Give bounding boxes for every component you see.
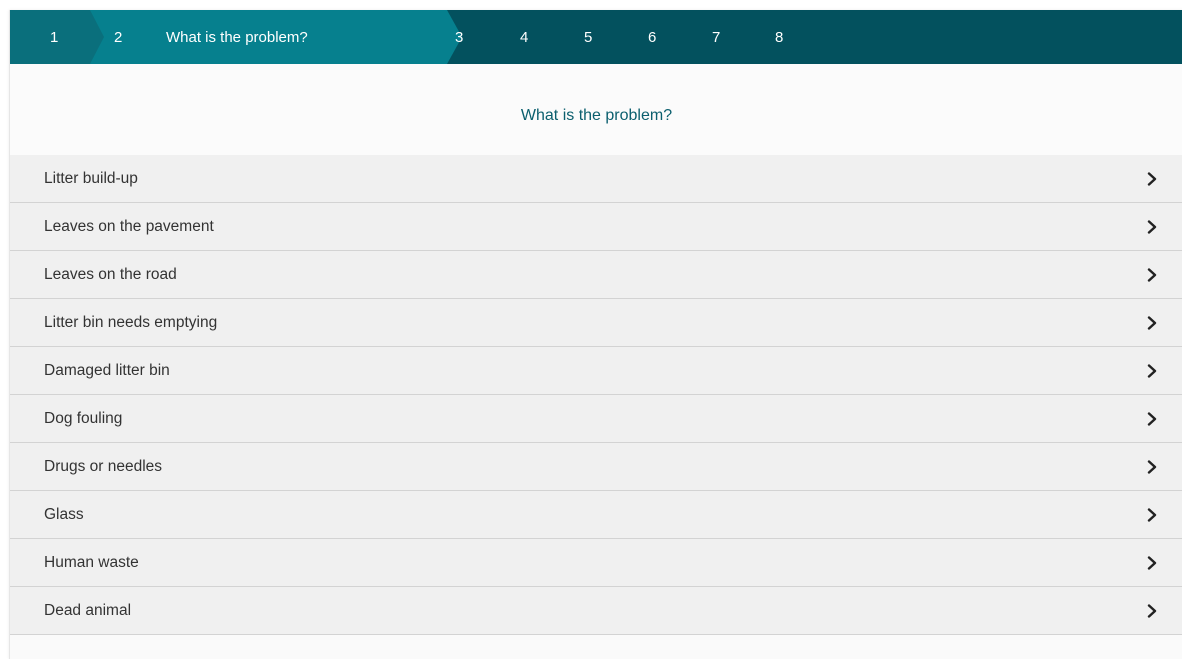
step-3[interactable]: 3 xyxy=(455,10,463,64)
step-1[interactable]: 1 xyxy=(50,10,58,64)
chevron-right-icon xyxy=(1147,459,1159,474)
problem-option[interactable]: Dog fouling xyxy=(10,395,1182,443)
step-number: 7 xyxy=(712,28,721,46)
problem-option-list: Litter build-up Leaves on the pavement L… xyxy=(10,155,1182,635)
problem-option[interactable]: Damaged litter bin xyxy=(10,347,1182,395)
step-2[interactable]: 2 xyxy=(114,10,122,64)
problem-option-label: Leaves on the pavement xyxy=(44,217,214,235)
problem-option-label: Glass xyxy=(44,505,84,523)
step-5[interactable]: 5 xyxy=(584,10,592,64)
problem-option[interactable]: Drugs or needles xyxy=(10,443,1182,491)
page-title: What is the problem? xyxy=(520,106,673,124)
problem-option-label: Leaves on the road xyxy=(44,265,177,283)
active-step-label: What is the problem? xyxy=(166,28,308,46)
problem-option[interactable]: Litter bin needs emptying xyxy=(10,299,1182,347)
problem-option[interactable]: Leaves on the road xyxy=(10,251,1182,299)
problem-option[interactable]: Human waste xyxy=(10,539,1182,587)
problem-option-label: Litter bin needs emptying xyxy=(44,313,218,331)
problem-option[interactable]: Litter build-up xyxy=(10,155,1182,203)
chevron-right-icon xyxy=(1147,363,1159,378)
chevron-right-icon xyxy=(1147,171,1159,186)
problem-option-label: Dog fouling xyxy=(44,409,123,427)
problem-option-label: Dead animal xyxy=(44,601,132,619)
step-7[interactable]: 7 xyxy=(712,10,720,64)
chevron-right-icon xyxy=(1147,555,1159,570)
chevron-right-icon xyxy=(1147,603,1159,618)
step-1-chevron xyxy=(90,10,104,64)
step-number: 4 xyxy=(520,28,529,46)
step-8[interactable]: 8 xyxy=(775,10,783,64)
step-4[interactable]: 4 xyxy=(520,10,528,64)
step-number: 8 xyxy=(775,28,784,46)
chevron-right-icon xyxy=(1147,507,1159,522)
problem-option-label: Damaged litter bin xyxy=(44,361,170,379)
step-number: 5 xyxy=(584,28,593,46)
step-number: 1 xyxy=(50,28,59,46)
problem-option[interactable]: Glass xyxy=(10,491,1182,539)
chevron-right-icon xyxy=(1147,219,1159,234)
progress-stepper: 1 2 What is the problem? 3 4 5 6 7 8 xyxy=(10,10,1182,64)
chevron-right-icon xyxy=(1147,315,1159,330)
chevron-right-icon xyxy=(1147,411,1159,426)
problem-option[interactable]: Dead animal xyxy=(10,587,1182,635)
title-area: What is the problem? xyxy=(10,64,1182,155)
form-frame: 1 2 What is the problem? 3 4 5 6 7 8 Wha… xyxy=(9,10,1182,659)
step-number: 2 xyxy=(114,28,123,46)
problem-option-label: Litter build-up xyxy=(44,169,138,187)
problem-option-label: Drugs or needles xyxy=(44,457,163,475)
step-6[interactable]: 6 xyxy=(648,10,656,64)
step-number: 6 xyxy=(648,28,657,46)
chevron-right-icon xyxy=(1147,267,1159,282)
problem-option[interactable]: Leaves on the pavement xyxy=(10,203,1182,251)
step-number: 3 xyxy=(455,28,464,46)
problem-option-label: Human waste xyxy=(44,553,139,571)
